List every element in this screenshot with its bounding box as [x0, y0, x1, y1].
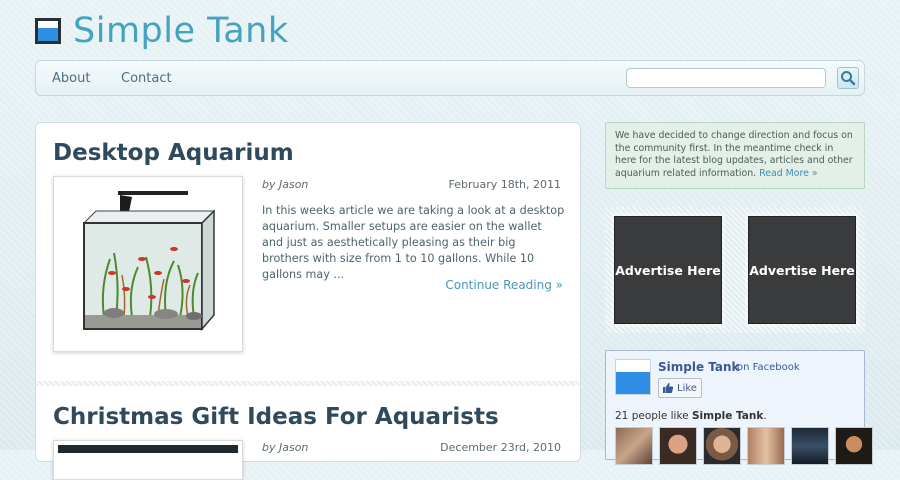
post-excerpt: In this weeks article we are taking a lo… [262, 204, 565, 281]
announcement-box: We have decided to change direction and … [605, 122, 865, 189]
fan-avatar[interactable] [659, 427, 697, 465]
advertise-here-button[interactable]: Advertise Here [614, 216, 722, 324]
post-date: February 18th, 2011 [448, 178, 561, 191]
facebook-like-box: Simple Tank on Facebook Like 21 people l… [605, 350, 873, 465]
post-author: by Jason [262, 178, 309, 191]
nav-item-about[interactable]: About [52, 71, 90, 86]
main-content: Desktop Aquarium by Jason February 18th,… [35, 122, 581, 480]
page-avatar[interactable] [615, 359, 651, 395]
facebook-page-link[interactable]: Simple Tank [658, 360, 740, 374]
facebook-like-button[interactable]: Like [658, 378, 702, 398]
read-more-link[interactable]: Read More » [759, 168, 818, 179]
fan-avatar[interactable] [703, 427, 741, 465]
facebook-on-label: on Facebook [737, 362, 800, 373]
post-thumbnail[interactable] [53, 176, 243, 352]
ad-block: Advertise Here Advertise Here [605, 207, 865, 333]
search-button[interactable] [837, 67, 859, 89]
facebook-like-count: 21 people like Simple Tank. [615, 410, 767, 422]
search-input[interactable] [626, 68, 826, 88]
site-title[interactable]: Simple Tank [73, 11, 289, 51]
post-author: by Jason [262, 441, 309, 454]
like-label: Like [677, 382, 697, 394]
search-icon [841, 71, 856, 86]
fan-avatar[interactable] [747, 427, 785, 465]
desktop-aquarium-image [54, 177, 242, 351]
fan-avatar[interactable] [615, 427, 653, 465]
post-title[interactable]: Desktop Aquarium [53, 140, 294, 166]
fan-avatar[interactable] [835, 427, 873, 465]
post-title[interactable]: Christmas Gift Ideas For Aquarists [53, 404, 499, 430]
thumbs-up-icon [663, 383, 674, 393]
continue-reading-link[interactable]: Continue Reading » [445, 278, 563, 292]
post-divider [36, 381, 580, 386]
facebook-fans [615, 427, 873, 465]
advertise-here-button[interactable]: Advertise Here [748, 216, 856, 324]
post-thumbnail-image [58, 445, 238, 453]
fan-avatar[interactable] [791, 427, 829, 465]
main-nav: About Contact [35, 60, 865, 96]
post-thumbnail[interactable] [53, 440, 243, 480]
nav-item-contact[interactable]: Contact [121, 71, 172, 86]
site-logo[interactable]: Simple Tank [35, 11, 289, 51]
post-date: December 23rd, 2010 [440, 441, 561, 454]
aquarium-logo-icon [35, 18, 61, 44]
